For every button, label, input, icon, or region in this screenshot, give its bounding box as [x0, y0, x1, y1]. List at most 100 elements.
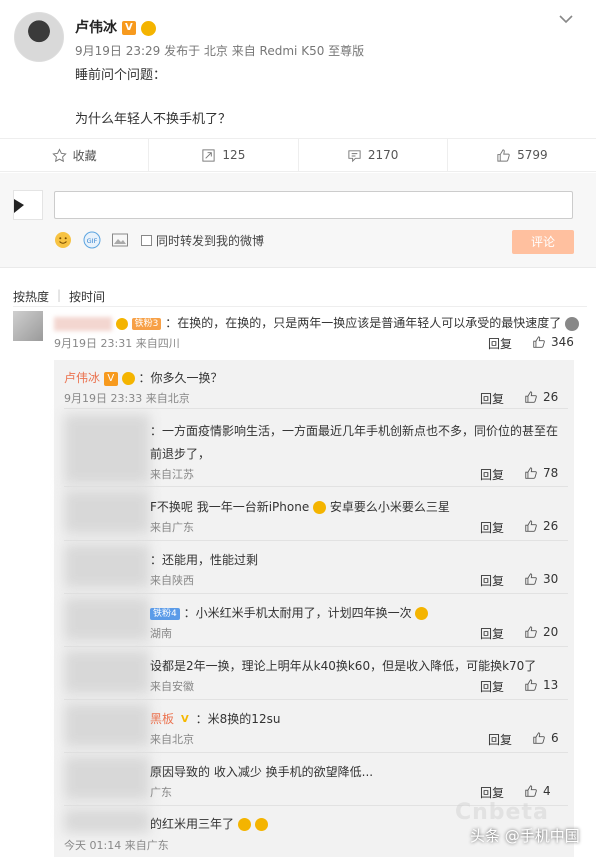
- comment-text: ：在换的，在换的，只是两年一换应该是普通年轻人可以承受的最快速度了: [165, 316, 562, 330]
- like-count: 20: [543, 625, 559, 639]
- thumbs-up-icon: [525, 391, 537, 403]
- repost-count: 125: [222, 148, 246, 162]
- emoji-icon[interactable]: [54, 231, 72, 249]
- thumbs-up-icon: [525, 679, 537, 691]
- divider: [64, 593, 568, 594]
- post-text-line1: 睡前问个问题：: [75, 68, 167, 83]
- reply-link[interactable]: 回复: [480, 678, 504, 695]
- like-count: 78: [543, 466, 559, 480]
- thumbs-up-icon: [525, 626, 537, 638]
- repost-button[interactable]: 125: [149, 139, 299, 171]
- blurred-avatar: [64, 490, 150, 534]
- divider: [64, 752, 568, 753]
- comment-count: 2170: [367, 148, 399, 162]
- like-count: 5799: [517, 148, 548, 162]
- reply-text: ：还能用，性能过剩: [150, 553, 259, 567]
- reply-like-button[interactable]: 30: [524, 572, 558, 586]
- cat-emoji-icon: [237, 818, 251, 831]
- reply-link[interactable]: 回复: [480, 784, 504, 801]
- author-avatar[interactable]: [14, 12, 64, 62]
- author-name-row[interactable]: 卢伟冰 V: [75, 17, 156, 37]
- reply-like-button[interactable]: 78: [524, 466, 558, 480]
- svg-text:GIF: GIF: [87, 237, 98, 245]
- comment-like-button[interactable]: 346: [532, 335, 574, 349]
- reply-link[interactable]: 回复: [480, 466, 504, 483]
- thumbs-up-icon: [533, 336, 545, 348]
- divider: [64, 540, 568, 541]
- reply-author[interactable]: 卢伟冰: [64, 371, 100, 385]
- thumbs-up-icon: [525, 520, 537, 532]
- gif-icon[interactable]: GIF: [83, 231, 101, 249]
- blurred-avatar: [64, 414, 150, 484]
- verified-badge: V: [103, 371, 118, 386]
- sort-divider: |: [57, 288, 62, 302]
- reply-like-button[interactable]: 20: [524, 625, 558, 639]
- reply-like-button[interactable]: 6: [532, 731, 559, 745]
- sort-by-hot-tab[interactable]: 按热度: [13, 288, 49, 305]
- fan-emoji-icon: [121, 372, 135, 385]
- reply-like-button[interactable]: 26: [524, 390, 558, 404]
- reply-link[interactable]: 回复: [488, 335, 512, 352]
- star-icon: [51, 147, 67, 162]
- fan-badge: 铁粉4: [150, 607, 180, 620]
- reply-text: ：你多久一换？: [138, 371, 223, 385]
- image-icon[interactable]: [111, 231, 129, 249]
- sort-by-time-tab[interactable]: 按时间: [69, 288, 105, 305]
- divider: [64, 646, 568, 647]
- fan-emoji-icon: [140, 20, 156, 36]
- cat-emoji-icon: [415, 607, 429, 620]
- thumbs-up-icon: [525, 467, 537, 479]
- reply-text: 设都是2年一换，理论上明年从k40换k60，但是收入降低，可能换k70了: [150, 659, 537, 673]
- like-count: 4: [543, 784, 551, 798]
- reply-time: 湖南: [150, 627, 172, 640]
- favorite-button[interactable]: 收藏: [0, 139, 150, 171]
- author-name[interactable]: 卢伟冰: [75, 20, 117, 36]
- reply-like-button[interactable]: 4: [524, 784, 551, 798]
- like-count: 26: [543, 519, 559, 533]
- like-count: 30: [543, 572, 559, 586]
- post-text-line2: 为什么年轻人不换手机了？: [75, 112, 232, 127]
- chevron-down-icon[interactable]: [558, 11, 574, 27]
- user-silhouette-icon: [14, 199, 24, 213]
- comment-button[interactable]: 2170: [299, 139, 448, 171]
- divider: [13, 306, 587, 307]
- reply-link[interactable]: 回复: [480, 390, 504, 407]
- commenter-name[interactable]: [54, 316, 112, 331]
- reply-link[interactable]: 回复: [480, 625, 504, 642]
- reply-text: 原因导致的 收入减少 换手机的欲望降低...: [150, 765, 374, 779]
- favorite-label: 收藏: [72, 148, 97, 163]
- reply-like-button[interactable]: 26: [524, 519, 558, 533]
- cat-emoji-icon: [313, 501, 327, 514]
- top-comment: 铁粉3 ：在换的，在换的，只是两年一换应该是普通年轻人可以承受的最快速度了: [54, 314, 580, 331]
- verified-badge: V: [180, 713, 189, 725]
- reply-link[interactable]: 回复: [480, 519, 504, 536]
- reply-author[interactable]: 黑板: [150, 712, 174, 726]
- reply-item: 卢伟冰 V ：你多久一换？: [64, 369, 223, 386]
- reply-item: F不换呢 我一年一台新iPhone 安卓要么小米要么三星: [150, 498, 450, 515]
- thumbs-up-icon: [497, 148, 510, 162]
- blurred-avatar: [64, 703, 150, 747]
- comment-icon: [348, 149, 361, 162]
- divider: [64, 699, 568, 700]
- submit-comment-button[interactable]: 评论: [512, 230, 574, 254]
- reply-like-button[interactable]: 13: [524, 678, 558, 692]
- like-count: 26: [543, 390, 559, 404]
- divider: [64, 408, 568, 409]
- watermark-text: 头条 @手机中国: [470, 827, 580, 845]
- like-button[interactable]: 5799: [448, 139, 596, 171]
- sync-repost-option[interactable]: 同时转发到我的微博: [141, 232, 264, 249]
- reply-link[interactable]: 回复: [480, 572, 504, 589]
- my-avatar: [13, 190, 43, 220]
- verified-badge: V: [121, 21, 136, 35]
- reply-link[interactable]: 回复: [488, 731, 512, 748]
- reply-text: ：一方面疫情影响生活，一方面最近几年手机创新点也不多，同价位的甚至在: [150, 424, 559, 438]
- watermark-logo: Cnbeta: [455, 800, 549, 825]
- comment-input[interactable]: [54, 191, 573, 219]
- blurred-avatar: [64, 597, 150, 641]
- commenter-avatar[interactable]: [13, 311, 43, 341]
- comment-time: 9月19日 23:31 来自四川: [54, 337, 180, 350]
- sync-repost-checkbox[interactable]: [141, 235, 152, 246]
- thumbs-up-icon: [533, 732, 545, 744]
- reply-item: 的红米用三年了: [150, 815, 268, 832]
- fan-emoji-icon: [115, 317, 128, 330]
